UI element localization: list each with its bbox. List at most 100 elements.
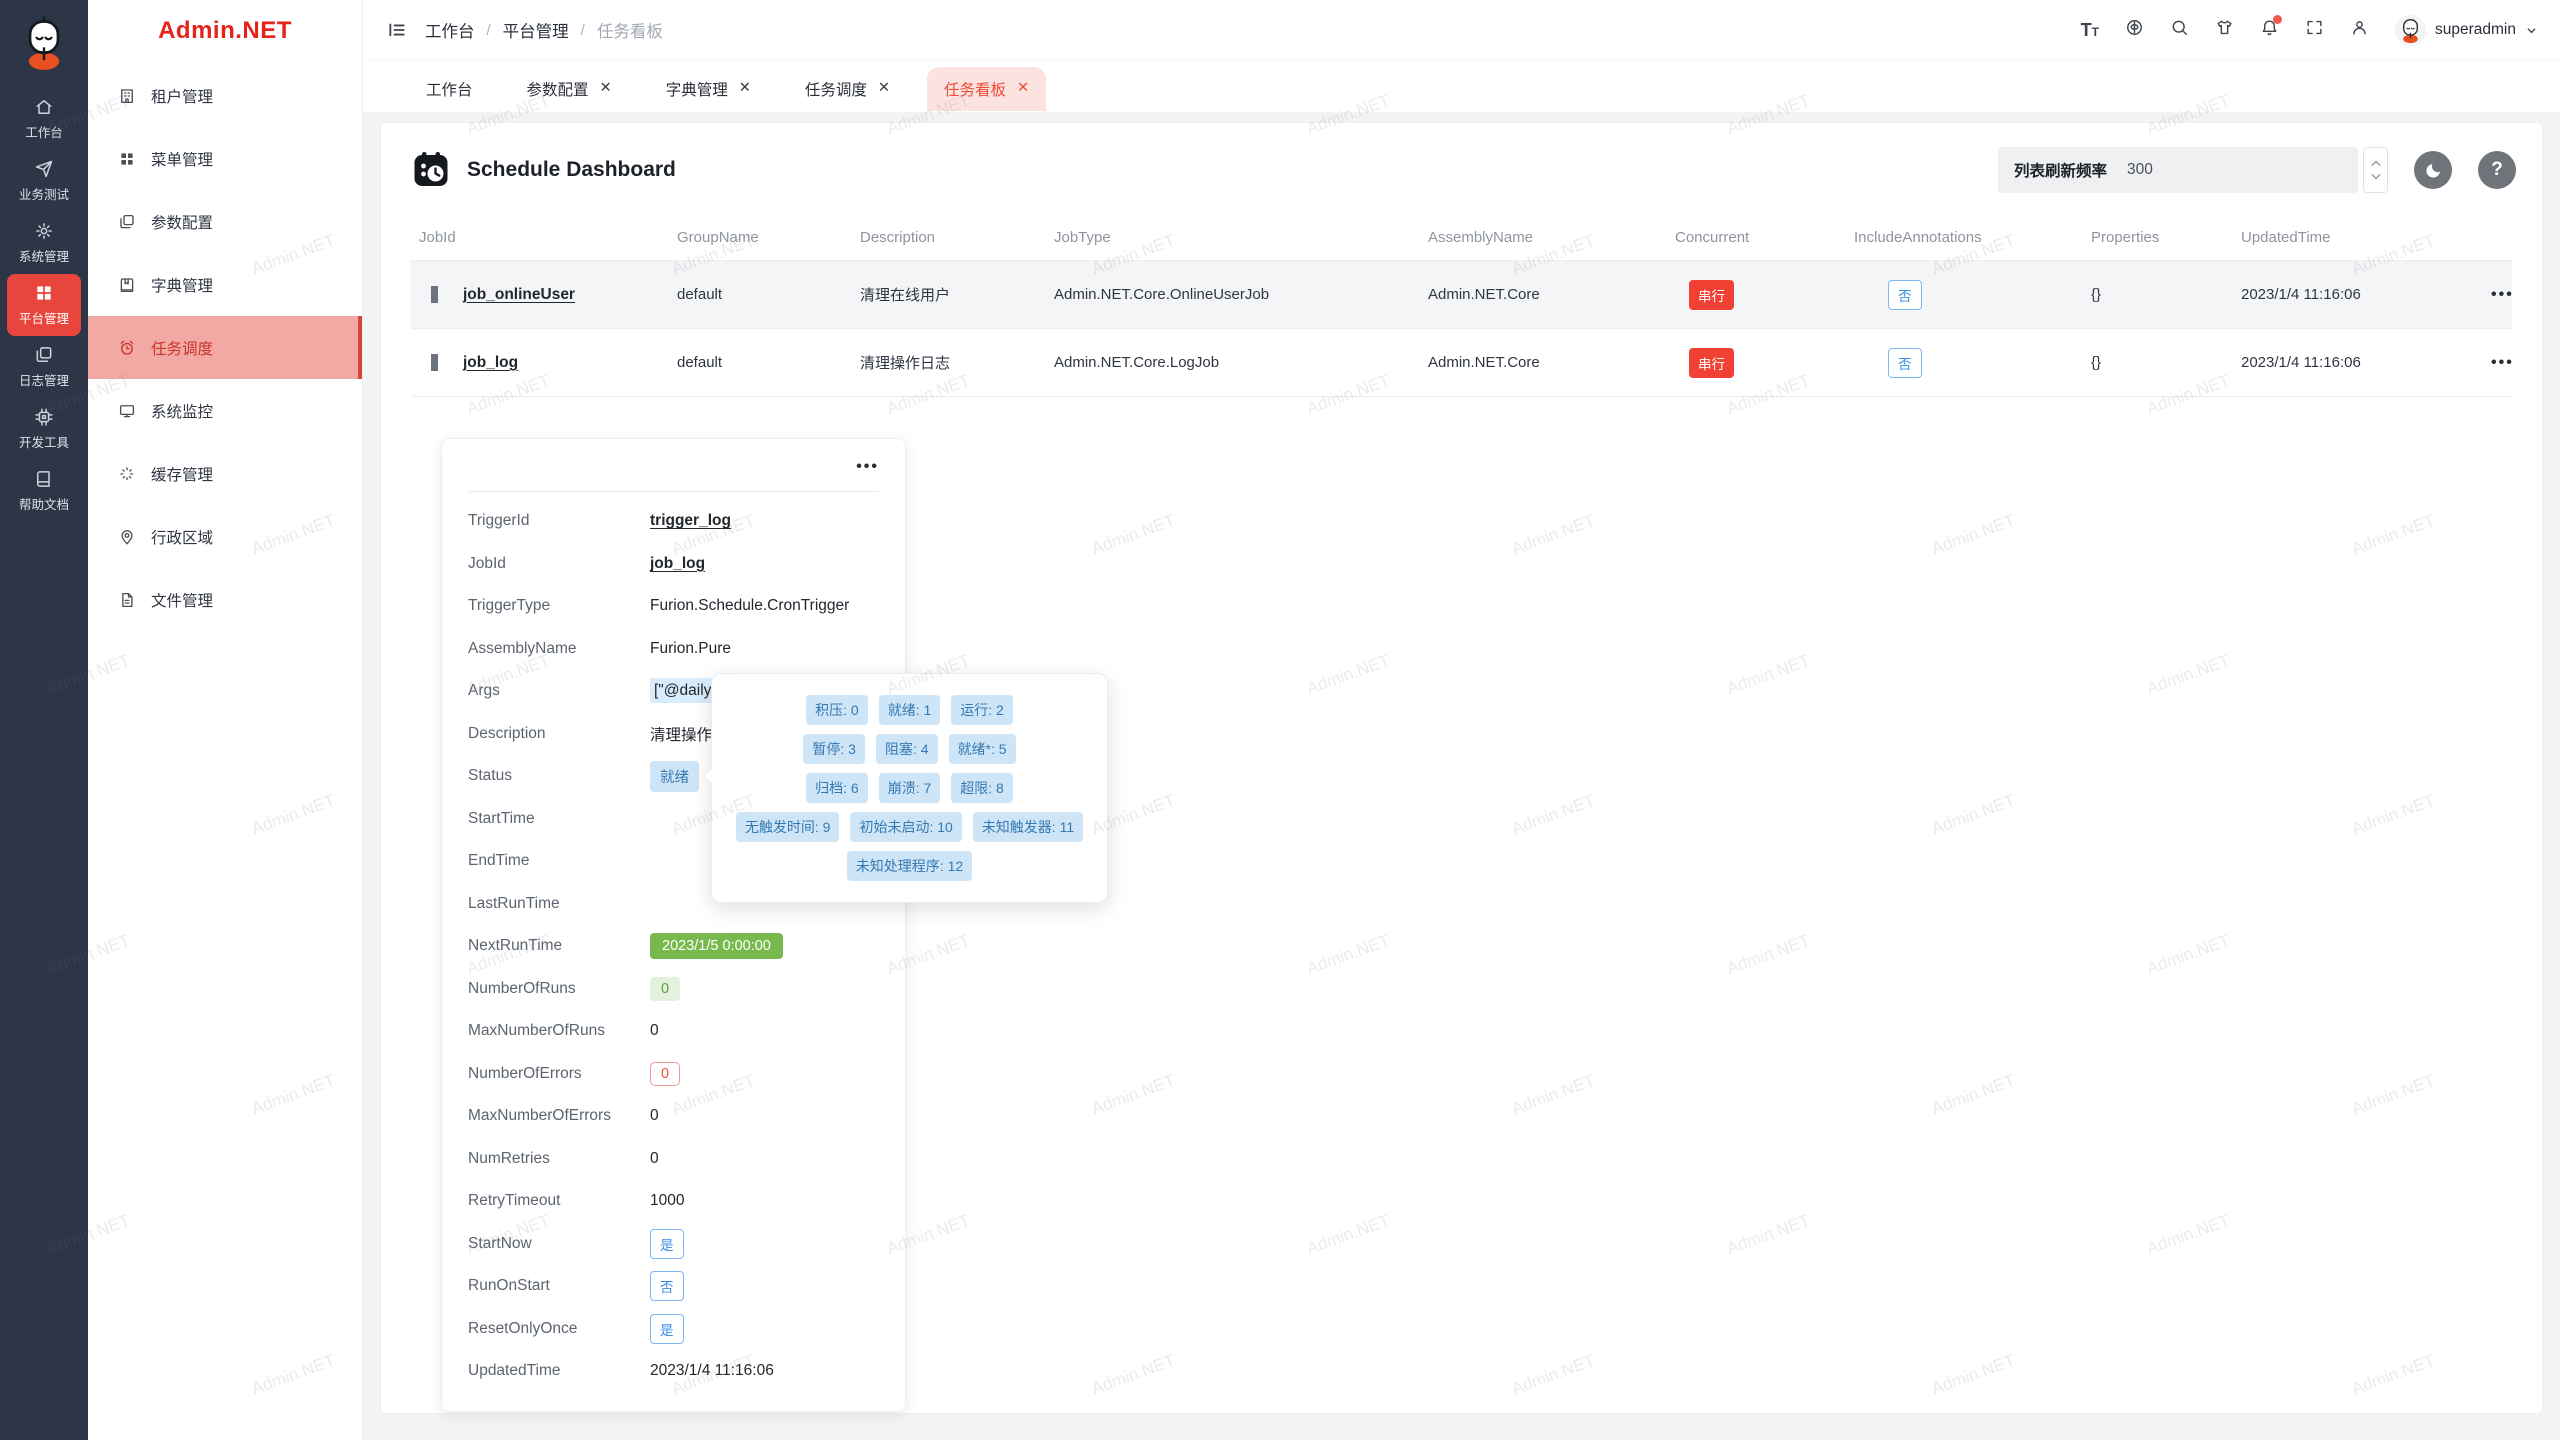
collapse-menu-icon[interactable] <box>387 20 407 40</box>
status-legend-badge: 就绪*: 5 <box>949 734 1016 764</box>
language-icon[interactable] <box>2125 18 2144 42</box>
detail-field-row: NumberOfErrors 0 <box>468 1053 879 1096</box>
job-id-link[interactable]: job_log <box>463 354 518 371</box>
close-icon[interactable]: ✕ <box>878 81 890 96</box>
tab-label: 任务调度 <box>805 78 867 100</box>
tab-workbench[interactable]: 工作台 <box>409 67 490 111</box>
tab-param-config[interactable]: 参数配置 ✕ <box>510 67 629 111</box>
job-type-cell: Admin.NET.Core.LogJob <box>1054 354 1428 371</box>
rail-item-business-test[interactable]: 业务测试 <box>7 150 81 212</box>
search-icon[interactable] <box>2170 18 2189 42</box>
rail-item-help-docs[interactable]: 帮助文档 <box>7 460 81 522</box>
refresh-rate-value[interactable]: 300 <box>2127 161 2153 179</box>
refresh-rate-stepper[interactable] <box>2363 147 2388 193</box>
stepper-down-icon[interactable] <box>2371 173 2381 180</box>
chevron-down-icon <box>2525 24 2538 37</box>
row-more-button[interactable]: ••• <box>2491 286 2512 303</box>
detail-highlighted-value: ["@daily <box>650 678 715 703</box>
sidebar-item-cache-mgmt[interactable]: 缓存管理 <box>88 442 362 505</box>
username[interactable]: superadmin <box>2435 21 2516 39</box>
close-icon[interactable]: ✕ <box>739 81 751 96</box>
refresh-rate-input[interactable]: 列表刷新频率 300 <box>1998 147 2358 193</box>
detail-link[interactable]: trigger_log <box>650 512 731 529</box>
tab-bar: 工作台 参数配置 ✕ 字典管理 ✕ 任务调度 ✕ 任务看板 ✕ <box>363 60 2560 112</box>
sidebar-item-tenant-mgmt[interactable]: 租户管理 <box>88 64 362 127</box>
sidebar-item-admin-region[interactable]: 行政区域 <box>88 505 362 568</box>
runs-count-tag: 0 <box>650 977 680 1001</box>
detail-link[interactable]: job_log <box>650 555 705 572</box>
theme-icon[interactable] <box>2215 18 2234 42</box>
properties-cell: {} <box>2091 354 2241 371</box>
detail-field-label: EndTime <box>468 852 650 870</box>
building-icon <box>118 87 136 105</box>
rail-item-label: 业务测试 <box>19 184 69 203</box>
sidebar-item-file-mgmt[interactable]: 文件管理 <box>88 568 362 631</box>
sidebar-item-task-schedule[interactable]: 任务调度 <box>88 316 362 379</box>
user-menu[interactable]: superadmin <box>2395 15 2538 46</box>
fullscreen-icon[interactable] <box>2305 18 2324 42</box>
bell-icon[interactable] <box>2260 18 2279 42</box>
font-size-icon[interactable]: TT <box>2081 21 2099 39</box>
send-icon <box>34 159 54 179</box>
description-cell: 清理操作日志 <box>860 352 1054 373</box>
gear-icon <box>34 221 54 241</box>
row-more-button[interactable]: ••• <box>2491 354 2512 371</box>
logs-icon <box>34 345 54 365</box>
description-cell: 清理在线用户 <box>860 284 1054 305</box>
sidebar-item-menu-mgmt[interactable]: 菜单管理 <box>88 127 362 190</box>
detail-field-row: StartNow 是 <box>468 1223 879 1266</box>
help-button[interactable]: ? <box>2478 151 2516 189</box>
rail-item-label: 工作台 <box>25 122 63 141</box>
include-annotations-tag: 否 <box>1888 280 1922 310</box>
column-header: Concurrent <box>1675 229 1854 246</box>
detail-field-label: Status <box>468 767 650 785</box>
tab-label: 参数配置 <box>527 78 589 100</box>
status-legend-badge: 未知触发器: 11 <box>973 812 1083 842</box>
icon-rail: 工作台 业务测试 系统管理 平台管理 日志管理 开发工具 帮助文档 <box>0 0 88 1440</box>
tab-label: 字典管理 <box>666 78 728 100</box>
timer-toggle-button[interactable] <box>2414 151 2452 189</box>
status-legend-badge: 积压: 0 <box>806 695 868 725</box>
close-icon[interactable]: ✕ <box>600 81 612 96</box>
status-legend-badge: 初始未启动: 10 <box>850 812 961 842</box>
close-icon[interactable]: ✕ <box>1017 81 1029 96</box>
copy-icon <box>118 213 136 231</box>
sidebar-item-system-monitor[interactable]: 系统监控 <box>88 379 362 442</box>
sidebar-item-label: 菜单管理 <box>151 148 213 170</box>
rail-item-log-mgmt[interactable]: 日志管理 <box>7 336 81 398</box>
rail-item-platform-mgmt[interactable]: 平台管理 <box>7 274 81 336</box>
tab-task-schedule[interactable]: 任务调度 ✕ <box>788 67 907 111</box>
breadcrumb: 工作台/平台管理/任务看板 <box>425 18 663 42</box>
avatar[interactable] <box>2395 15 2426 46</box>
tab-label: 任务看板 <box>944 78 1006 100</box>
tab-task-dashboard[interactable]: 任务看板 ✕ <box>927 67 1046 111</box>
notification-dot <box>2273 15 2282 24</box>
detail-field-label: AssemblyName <box>468 640 650 658</box>
page-title: Schedule Dashboard <box>467 158 676 182</box>
rail-item-system-mgmt[interactable]: 系统管理 <box>7 212 81 274</box>
breadcrumb-item[interactable]: 工作台 <box>425 18 475 42</box>
tab-dict-mgmt[interactable]: 字典管理 ✕ <box>649 67 768 111</box>
column-header: Description <box>860 229 1054 246</box>
rail-item-workbench[interactable]: 工作台 <box>7 88 81 150</box>
app-logo-mascot[interactable] <box>0 0 88 86</box>
detail-text: 0 <box>650 1150 659 1167</box>
rail-item-dev-tools[interactable]: 开发工具 <box>7 398 81 460</box>
status-legend-badge: 崩溃: 7 <box>879 773 941 803</box>
sidebar-item-param-config[interactable]: 参数配置 <box>88 190 362 253</box>
job-id-link[interactable]: job_onlineUser <box>463 286 575 303</box>
breadcrumb-item[interactable]: 平台管理 <box>503 18 569 42</box>
sidebar-item-dict-mgmt[interactable]: 字典管理 <box>88 253 362 316</box>
status-legend-badge: 归档: 6 <box>806 773 868 803</box>
assembly-name-cell: Admin.NET.Core <box>1428 354 1675 371</box>
sidebar-item-label: 任务调度 <box>151 337 213 359</box>
detail-field-label: RunOnStart <box>468 1277 650 1295</box>
detail-more-button[interactable]: ••• <box>468 453 879 481</box>
jobs-table: JobIdGroupNameDescriptionJobTypeAssembly… <box>411 215 2512 397</box>
status-tag[interactable]: 就绪 <box>650 761 699 792</box>
updated-time-cell: 2023/1/4 11:16:06 <box>2241 286 2491 303</box>
map-pin-icon <box>118 528 136 546</box>
stepper-up-icon[interactable] <box>2371 160 2381 167</box>
brand-logo-text: Admin.NET <box>88 0 362 62</box>
user-icon[interactable] <box>2350 18 2369 42</box>
